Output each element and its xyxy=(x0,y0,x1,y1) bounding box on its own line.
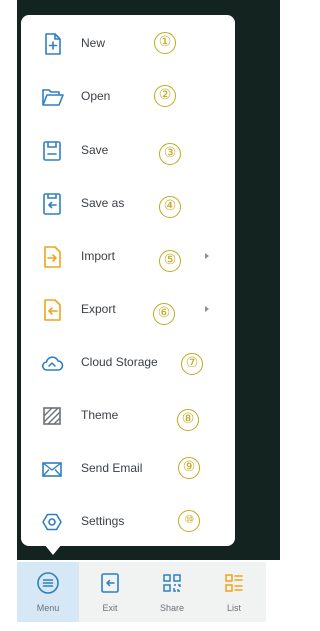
save-icon xyxy=(38,137,66,165)
menu-item-save[interactable]: Save ③ xyxy=(21,131,235,171)
cloud-storage-icon xyxy=(38,349,66,377)
menu-icon xyxy=(36,571,60,595)
menu-item-save-as-label: Save as xyxy=(81,196,125,210)
menu-item-save-label: Save xyxy=(81,143,109,157)
menu-item-cloud-storage[interactable]: Cloud Storage ⑦ xyxy=(21,343,235,383)
toolbar-tabs: Menu Exit Share List xyxy=(17,562,266,622)
menu-item-theme[interactable]: Theme ⑧ xyxy=(21,396,235,436)
export-submenu-arrow-icon xyxy=(205,306,209,312)
toolbar-share-label: Share xyxy=(159,603,185,613)
annotation-marker-10: ⑩ xyxy=(178,510,200,532)
menu-item-export-label: Export xyxy=(81,302,116,316)
open-folder-icon xyxy=(38,83,66,111)
menu-item-export[interactable]: Export ⑥ xyxy=(21,290,235,330)
import-submenu-arrow-icon xyxy=(205,253,209,259)
email-icon xyxy=(38,455,66,483)
toolbar-exit-button[interactable]: Exit xyxy=(79,562,141,622)
toolbar-menu-button[interactable]: Menu xyxy=(17,562,79,622)
menu-item-import[interactable]: Import ⑤ xyxy=(21,237,235,277)
exit-icon xyxy=(98,571,122,595)
toolbar-list-button[interactable]: List xyxy=(203,562,265,622)
annotation-marker-2: ② xyxy=(154,85,176,107)
toolbar-menu-label: Menu xyxy=(36,603,60,613)
annotation-marker-6: ⑥ xyxy=(153,303,175,325)
export-icon xyxy=(38,296,66,324)
menu-item-settings[interactable]: Settings ⑩ xyxy=(21,502,235,542)
annotation-marker-4: ④ xyxy=(159,196,181,218)
menu-item-new[interactable]: New ① xyxy=(21,24,235,64)
menu-item-new-label: New xyxy=(81,36,106,50)
menu-item-open-label: Open xyxy=(81,89,111,103)
menu-item-cloud-storage-label: Cloud Storage xyxy=(81,355,158,369)
toolbar-list-label: List xyxy=(226,603,241,613)
menu-item-import-label: Import xyxy=(81,249,116,263)
annotation-marker-1: ① xyxy=(154,32,176,54)
menu-item-settings-label: Settings xyxy=(81,514,125,528)
toolbar-exit-label: Exit xyxy=(102,603,118,613)
annotation-marker-3: ③ xyxy=(159,143,181,165)
share-qr-icon xyxy=(160,571,184,595)
menu-pointer xyxy=(44,544,62,555)
new-file-icon xyxy=(38,30,66,58)
menu-item-open[interactable]: Open ② xyxy=(21,77,235,117)
annotation-marker-5: ⑤ xyxy=(159,250,181,272)
menu-item-send-email[interactable]: Send Email ⑨ xyxy=(21,449,235,489)
theme-icon xyxy=(38,402,66,430)
menu-item-theme-label: Theme xyxy=(81,408,119,422)
menu-item-send-email-label: Send Email xyxy=(81,461,143,475)
menu-item-save-as[interactable]: Save as ④ xyxy=(21,184,235,224)
toolbar-share-button[interactable]: Share xyxy=(141,562,203,622)
list-icon xyxy=(222,571,246,595)
save-as-icon xyxy=(38,190,66,218)
main-menu-panel: New ① Open ② Save ③ Save as ④ Import ⑤ E… xyxy=(21,15,235,546)
left-edge xyxy=(0,0,17,560)
annotation-marker-9: ⑨ xyxy=(178,457,200,479)
bottom-toolbar: Menu Exit Share List xyxy=(17,560,280,631)
settings-icon xyxy=(38,508,66,536)
annotation-marker-8: ⑧ xyxy=(177,409,199,431)
annotation-marker-7: ⑦ xyxy=(181,353,203,375)
import-icon xyxy=(38,243,66,271)
